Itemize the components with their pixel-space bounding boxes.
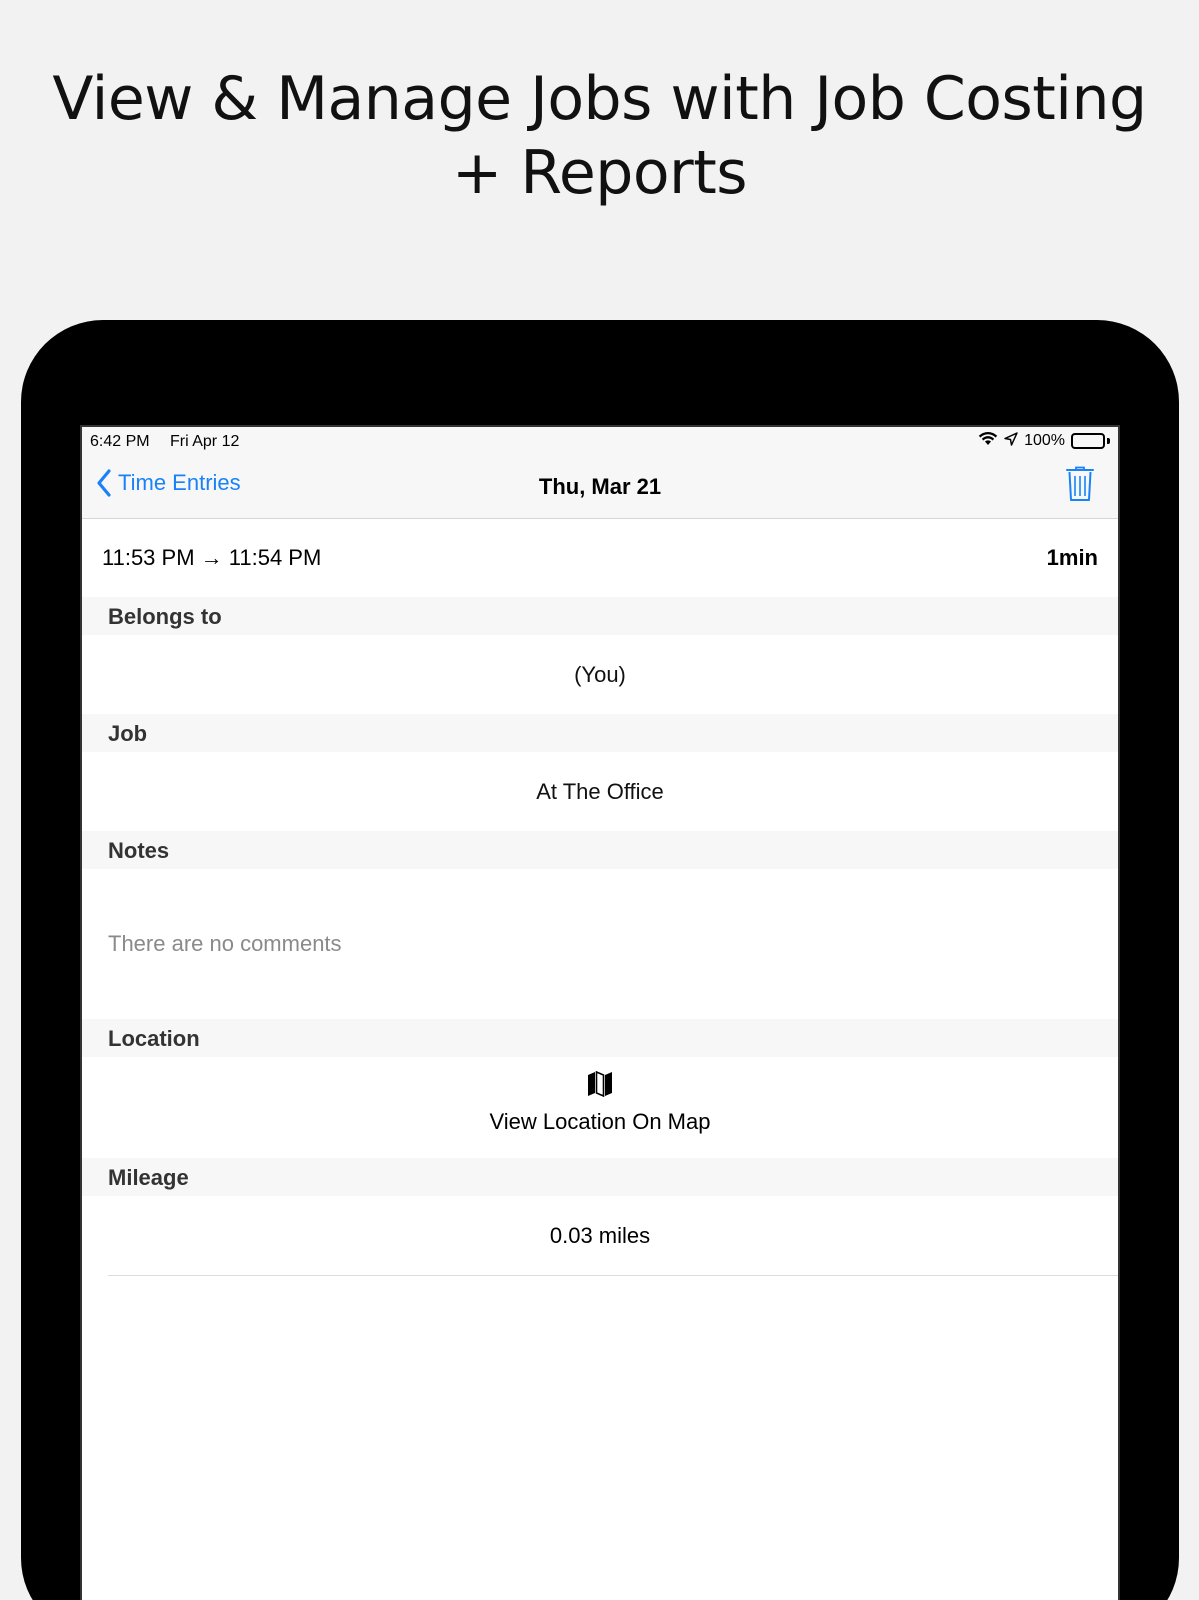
job-cell[interactable]: At The Office [82, 752, 1118, 831]
navigation-bar: Time Entries Thu, Mar 21 [82, 453, 1118, 519]
battery-icon [1071, 433, 1105, 449]
battery-percent: 100% [1024, 432, 1065, 449]
map-icon [588, 1071, 612, 1097]
duration: 1min [1046, 545, 1098, 570]
location-arrow-icon [1004, 431, 1018, 451]
notes-field[interactable]: There are no comments [82, 869, 1118, 1019]
time-row[interactable]: 11:53 PM → 11:54 PM 1min [82, 519, 1118, 597]
entry-detail: 11:53 PM → 11:54 PM 1min Belongs to (You… [82, 519, 1118, 1276]
delete-button[interactable] [1066, 466, 1094, 507]
mileage-cell: 0.03 miles [108, 1196, 1118, 1276]
status-date: Fri Apr 12 [170, 433, 240, 450]
section-header-notes: Notes [82, 831, 1118, 869]
section-header-job: Job [82, 714, 1118, 752]
time-range: 11:53 PM → 11:54 PM [102, 545, 322, 570]
app-screen: 6:42 PM Fri Apr 12 100% Time Entries Thu… [80, 425, 1120, 1600]
trash-icon [1066, 466, 1094, 501]
marketing-headline: View & Manage Jobs with Job Costing + Re… [52, 64, 1147, 208]
belongs-to-cell[interactable]: (You) [82, 635, 1118, 714]
status-bar: 6:42 PM Fri Apr 12 100% [82, 427, 1118, 453]
view-location-label: View Location On Map [489, 1109, 711, 1134]
section-header-mileage: Mileage [82, 1158, 1118, 1196]
section-header-belongs-to: Belongs to [82, 597, 1118, 635]
page-title: Thu, Mar 21 [538, 474, 662, 499]
status-time: 6:42 PM [90, 433, 150, 450]
view-location-button[interactable]: View Location On Map [82, 1057, 1118, 1158]
status-indicators: 100% [978, 431, 1110, 451]
wifi-icon [978, 431, 998, 451]
section-header-location: Location [82, 1019, 1118, 1057]
